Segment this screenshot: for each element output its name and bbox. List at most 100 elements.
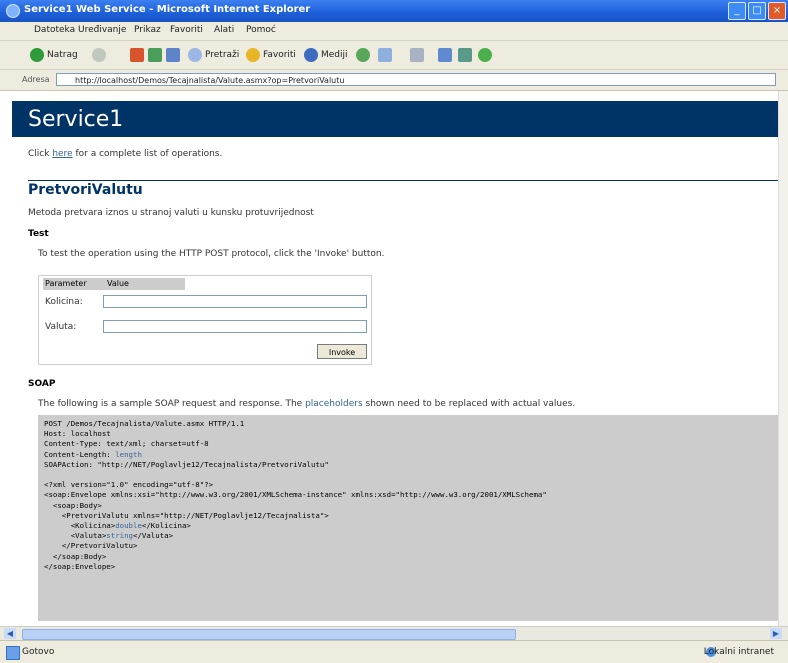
back-label: Natrag [47, 50, 78, 60]
standard-toolbar: Natrag Pretraži Favoriti Mediji [0, 41, 788, 70]
code-line: Content-Type: text/xml; charset=utf-8 [44, 439, 209, 449]
section-divider [28, 180, 778, 181]
code-placeholder: double [115, 521, 142, 531]
menu-favorites[interactable]: Favoriti [170, 25, 203, 35]
soap-note-prefix: The following is a sample SOAP request a… [38, 399, 306, 409]
soap-sample-code: POST /Demos/Tecajnalista/Valute.asmx HTT… [38, 415, 778, 621]
code-line: </soap:Envelope> [44, 561, 116, 571]
operation-title: PretvoriValutu [28, 182, 143, 198]
close-button[interactable]: × [768, 2, 786, 20]
history-button[interactable] [356, 47, 370, 63]
intro-text: Click here for a complete list of operat… [28, 149, 222, 159]
security-zone-label: Lokalni intranet [703, 647, 774, 657]
address-input[interactable]: http://localhost/Demos/Tecajnalista/Valu… [56, 73, 776, 86]
soap-note-suffix: shown need to be replaced with actual va… [362, 399, 576, 409]
refresh-button[interactable] [148, 47, 162, 63]
scroll-right-arrow-icon[interactable]: ▶ [770, 628, 782, 639]
code-placeholder: length [115, 449, 142, 459]
back-button[interactable]: Natrag [30, 47, 78, 63]
refresh-icon [148, 48, 162, 62]
mail-button[interactable] [378, 47, 392, 63]
messenger-button[interactable] [478, 47, 492, 63]
soap-note: The following is a sample SOAP request a… [38, 399, 575, 409]
code-line: <PretvoriValutu xmlns="http://NET/Poglav… [44, 510, 329, 520]
messenger-icon [478, 48, 492, 62]
vertical-scrollbar[interactable] [778, 91, 788, 626]
soap-heading: SOAP [28, 379, 56, 389]
home-icon [166, 48, 180, 62]
code-line: </soap:Body> [44, 551, 107, 561]
horizontal-scroll-thumb[interactable] [22, 629, 516, 640]
test-note: To test the operation using the HTTP POS… [38, 249, 385, 259]
service-title: Service1 [28, 107, 124, 132]
home-button[interactable] [166, 47, 180, 63]
code-line: Host: localhost [44, 429, 111, 439]
forward-arrow-icon [92, 48, 106, 62]
address-bar: Adresa http://localhost/Demos/Tecajnalis… [0, 70, 788, 91]
address-label: Adresa [22, 75, 50, 84]
menu-file[interactable]: Datoteka [34, 25, 75, 35]
window-title: Service1 Web Service - Microsoft Interne… [24, 4, 311, 15]
code-line: </Kolicina> [141, 521, 191, 531]
stop-icon [130, 48, 144, 62]
code-line: SOAPAction: "http://NET/Poglavlje12/Teca… [44, 459, 329, 469]
code-line: Content-Length: [44, 449, 116, 459]
parameter-column-header: Parameter [45, 279, 87, 288]
test-form: Parameter Value Kolicina: Valuta: Invoke [38, 275, 372, 365]
code-line: <Kolicina> [44, 521, 116, 531]
horizontal-scrollbar[interactable]: ◀ ▶ [0, 626, 788, 640]
service-banner: Service1 [12, 101, 778, 137]
page-done-icon [6, 646, 20, 660]
code-line: <soap:Body> [44, 500, 102, 510]
status-bar: Gotovo Lokalni intranet [0, 640, 788, 663]
value-column-header: Value [107, 279, 129, 288]
mail-icon [378, 48, 392, 62]
forward-button[interactable] [92, 47, 106, 63]
scroll-left-arrow-icon[interactable]: ◀ [4, 628, 16, 639]
intro-prefix: Click [28, 149, 53, 159]
page-content: Service1 Click here for a complete list … [0, 91, 778, 626]
invoke-button[interactable]: Invoke [317, 344, 367, 359]
form-header: Parameter Value [43, 278, 185, 290]
media-label: Mediji [321, 50, 348, 60]
kolicina-label: Kolicina: [45, 297, 83, 307]
menu-help[interactable]: Pomoć [246, 25, 276, 35]
test-heading: Test [28, 229, 49, 239]
media-icon [304, 48, 318, 62]
code-line: POST /Demos/Tecajnalista/Valute.asmx HTT… [44, 419, 245, 428]
kolicina-input[interactable] [103, 295, 367, 308]
favorites-button[interactable]: Favoriti [246, 47, 296, 63]
menu-edit[interactable]: Uređivanje [78, 25, 126, 35]
placeholders-link[interactable]: placeholders [305, 399, 363, 409]
stop-button[interactable] [130, 47, 144, 63]
print-button[interactable] [410, 47, 424, 63]
discuss-icon [458, 48, 472, 62]
operation-description: Metoda pretvara iznos u stranoj valuti u… [28, 208, 314, 218]
edit-button[interactable] [438, 47, 452, 63]
code-placeholder: string [106, 531, 133, 541]
maximize-button[interactable]: □ [748, 2, 766, 20]
search-icon [188, 48, 202, 62]
discuss-button[interactable] [458, 47, 472, 63]
print-icon [410, 48, 424, 62]
code-line: </Valuta> [133, 531, 174, 541]
search-button[interactable]: Pretraži [188, 47, 239, 63]
minimize-button[interactable]: _ [728, 2, 746, 20]
code-line: <Valuta> [44, 531, 107, 541]
valuta-input[interactable] [103, 320, 367, 333]
history-icon [356, 48, 370, 62]
menu-tools[interactable]: Alati [214, 25, 234, 35]
intro-suffix: for a complete list of operations. [72, 149, 223, 159]
star-icon [246, 48, 260, 62]
menu-view[interactable]: Prikaz [134, 25, 161, 35]
edit-icon [438, 48, 452, 62]
internet-explorer-icon [6, 4, 20, 18]
media-button[interactable]: Mediji [304, 47, 348, 63]
favorites-label: Favoriti [263, 50, 296, 60]
operations-list-link[interactable]: here [52, 149, 72, 159]
code-line: </PretvoriValutu> [44, 541, 138, 551]
search-label: Pretraži [205, 50, 240, 60]
window-title-bar: Service1 Web Service - Microsoft Interne… [0, 0, 788, 22]
menu-bar: Datoteka Uređivanje Prikaz Favoriti Alat… [0, 22, 788, 41]
status-text: Gotovo [22, 647, 55, 657]
